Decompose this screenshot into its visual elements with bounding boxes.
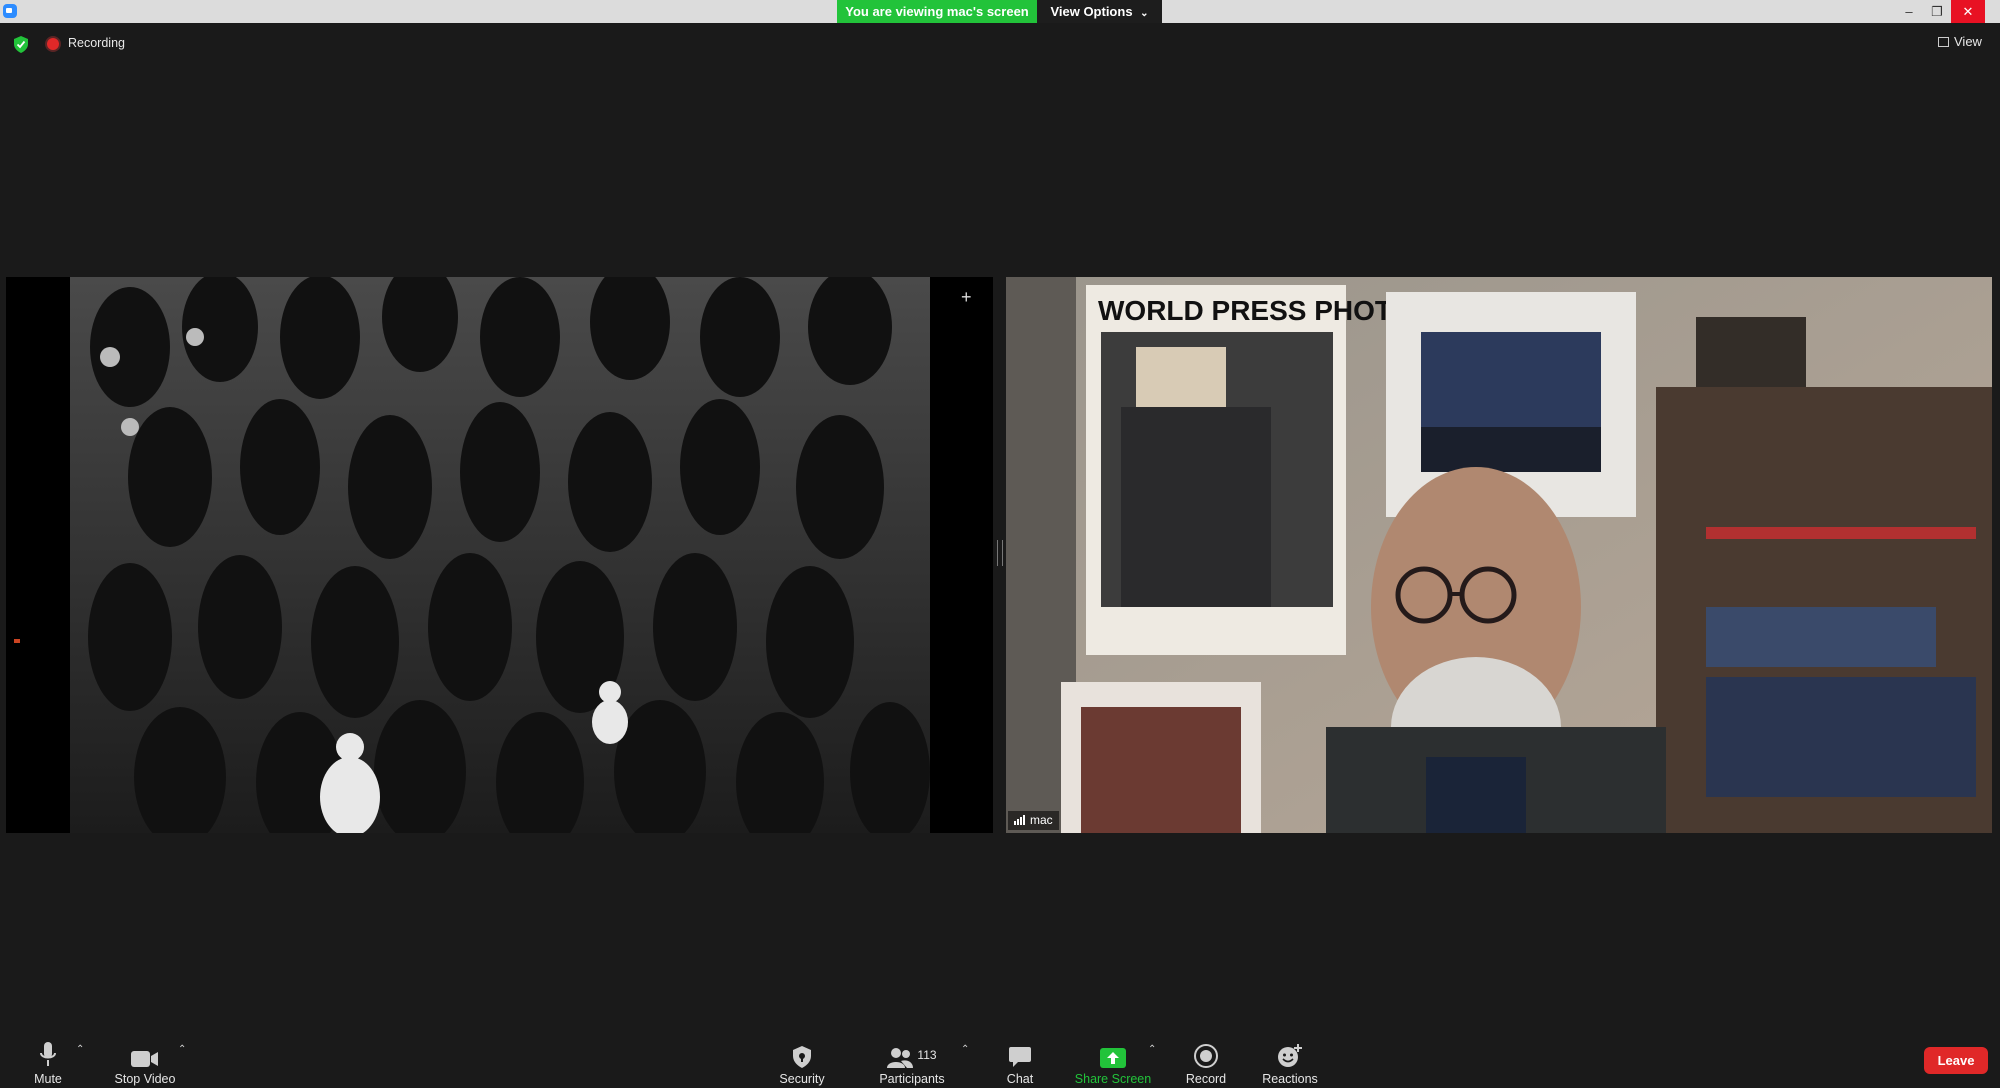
record-label: Record <box>1185 1072 1227 1086</box>
mute-options-caret[interactable]: ⌃ <box>76 1044 84 1055</box>
shared-screen-panel[interactable]: + <box>6 277 993 833</box>
mute-button[interactable]: Mute <box>22 1022 74 1088</box>
participants-options-caret[interactable]: ⌃ <box>961 1044 969 1055</box>
participants-icon <box>887 1048 914 1068</box>
participant-name-tag: mac <box>1008 811 1059 830</box>
viewing-screen-banner: You are viewing mac's screen <box>837 0 1037 23</box>
meeting-toolbar: Mute ⌃ Stop Video ⌃ Security 113 Partici… <box>0 1022 2000 1088</box>
participants-button[interactable]: 113 Participants <box>874 1022 950 1088</box>
security-label: Security <box>779 1072 825 1086</box>
microphone-icon <box>40 1042 56 1066</box>
security-shield-icon <box>793 1046 811 1068</box>
reactions-emoji-icon <box>1278 1044 1302 1067</box>
close-window-button[interactable]: ✕ <box>1951 0 1985 23</box>
chevron-down-icon: ⌄ <box>1140 8 1149 19</box>
grid-view-icon <box>1938 37 1949 47</box>
participant-video-panel[interactable]: WORLD PRESS PHOTO mac <box>1006 277 1992 833</box>
panel-resize-handle[interactable] <box>997 540 1003 566</box>
recording-label: Recording <box>68 36 125 50</box>
participants-count: 113 <box>917 1048 937 1062</box>
chat-bubble-icon <box>1009 1047 1031 1067</box>
mute-label: Mute <box>34 1072 62 1086</box>
stop-video-label: Stop Video <box>114 1072 176 1086</box>
view-options-label: View Options <box>1050 4 1133 19</box>
participant-video-feed: WORLD PRESS PHOTO <box>1006 277 1992 833</box>
participant-name: mac <box>1030 813 1053 827</box>
zoom-app-icon <box>3 4 17 18</box>
remote-pointer-marker <box>14 639 20 643</box>
reactions-button[interactable]: Reactions <box>1260 1022 1320 1088</box>
signal-strength-icon <box>1014 814 1026 828</box>
security-button[interactable]: Security <box>776 1022 828 1088</box>
reactions-label: Reactions <box>1262 1072 1318 1086</box>
record-icon <box>1194 1044 1218 1068</box>
record-button[interactable]: Record <box>1182 1022 1230 1088</box>
view-label: View <box>1954 34 1982 49</box>
chat-label: Chat <box>1006 1072 1034 1086</box>
video-camera-icon <box>131 1051 158 1067</box>
leave-meeting-button[interactable]: Leave <box>1924 1047 1988 1074</box>
view-layout-button[interactable]: View <box>1938 34 1982 49</box>
share-screen-label: Share Screen <box>1074 1072 1152 1086</box>
participants-label: Participants <box>879 1072 945 1086</box>
stop-video-button[interactable]: Stop Video <box>110 1022 180 1088</box>
share-screen-icon <box>1100 1048 1126 1068</box>
view-options-button[interactable]: View Options ⌄ <box>1037 0 1162 23</box>
recording-dot-icon <box>47 38 59 50</box>
svg-text:WORLD PRESS PHOTO: WORLD PRESS PHOTO <box>1098 295 1413 326</box>
plus-icon[interactable]: + <box>961 287 972 308</box>
share-screen-button[interactable]: Share Screen <box>1073 1022 1153 1088</box>
minimize-window-button[interactable]: – <box>1895 0 1923 23</box>
encryption-shield-icon[interactable] <box>13 36 29 53</box>
title-bar: You are viewing mac's screen View Option… <box>0 0 2000 23</box>
shared-photo-crowd <box>70 277 930 833</box>
share-options-caret[interactable]: ⌃ <box>1148 1044 1156 1055</box>
video-options-caret[interactable]: ⌃ <box>178 1044 186 1055</box>
restore-window-button[interactable]: ❐ <box>1923 0 1951 23</box>
chat-button[interactable]: Chat <box>1000 1022 1040 1088</box>
